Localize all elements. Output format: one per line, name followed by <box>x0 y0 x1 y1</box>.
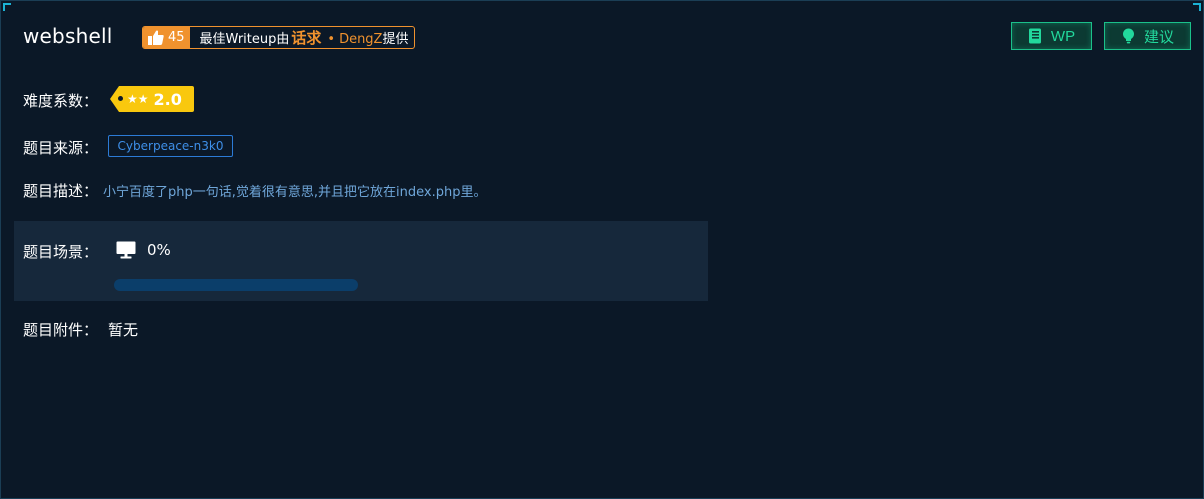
likes-count: 45 <box>168 30 185 45</box>
writeup-author2-link[interactable]: DengZ <box>339 32 382 47</box>
writeup-suffix: 提供 <box>382 32 409 47</box>
suggest-button[interactable]: 建议 <box>1104 22 1191 50</box>
source-tag[interactable]: Cyberpeace-n3k0 <box>108 135 233 157</box>
wp-button[interactable]: WP <box>1011 22 1092 50</box>
panel-corner-top-right <box>1193 3 1201 11</box>
best-writeup-badge[interactable]: 45 最佳Writeup由 话求 • DengZ 提供 <box>142 26 415 49</box>
difficulty-stars-icon: ★★ <box>127 92 149 106</box>
wp-button-label: WP <box>1050 27 1076 45</box>
scene-progress-bar <box>114 279 358 291</box>
suggest-button-label: 建议 <box>1143 28 1174 46</box>
difficulty-label: 难度系数： <box>23 92 99 110</box>
source-label: 题目来源： <box>23 139 99 157</box>
description-label: 题目描述： <box>23 182 99 200</box>
panel-corner-top-left <box>3 3 11 11</box>
book-icon <box>1028 28 1041 44</box>
monitor-icon[interactable] <box>116 241 136 259</box>
attachment-label: 题目附件： <box>23 321 99 339</box>
writeup-prefix: 最佳Writeup由 <box>199 32 290 47</box>
scene-progress-percent: 0% <box>147 241 171 259</box>
writeup-author-link[interactable]: 话求 <box>291 27 321 48</box>
lightbulb-icon <box>1122 28 1134 44</box>
attachment-value: 暂无 <box>108 321 139 339</box>
difficulty-tag: ★★ 2.0 <box>110 86 194 112</box>
challenge-panel: webshell 45 最佳Writeup由 话求 • DengZ 提供 WP <box>0 0 1204 499</box>
description-text: 小宁百度了php一句话,觉着很有意思,并且把它放在index.php里。 <box>103 185 487 200</box>
challenge-title: webshell <box>23 24 113 48</box>
scene-label: 题目场景： <box>23 243 99 261</box>
likes-counter[interactable]: 45 <box>143 27 190 48</box>
tag-hole <box>118 96 123 101</box>
writeup-credit: 最佳Writeup由 话求 • DengZ 提供 <box>190 27 409 48</box>
writeup-separator: • <box>327 32 336 47</box>
difficulty-score: 2.0 <box>153 89 182 109</box>
thumbs-up-icon <box>148 30 164 45</box>
